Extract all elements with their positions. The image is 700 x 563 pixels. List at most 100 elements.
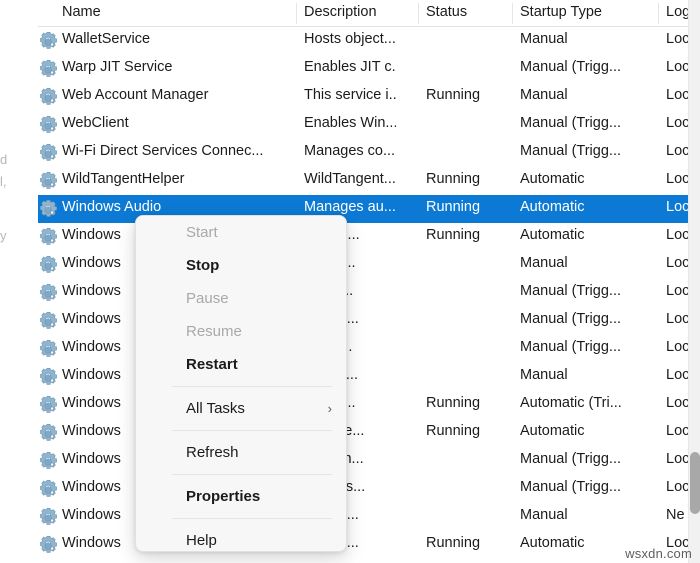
cell-startup_type: Automatic [520, 199, 660, 215]
cell-startup_type: Automatic (Tri... [520, 395, 660, 411]
cell-description: Hosts object... [304, 31, 396, 47]
menu-item-label: Properties [186, 488, 260, 505]
menu-item-properties[interactable]: Properties [136, 480, 346, 513]
gear-icon [40, 116, 58, 134]
table-row[interactable]: WebClientEnables Win...Manual (Trigg...L… [38, 111, 688, 139]
column-header-status[interactable]: Status [426, 4, 467, 20]
gear-icon [40, 452, 58, 470]
cell-status: Running [426, 395, 500, 411]
gear-icon [40, 284, 58, 302]
cell-status: Running [426, 423, 500, 439]
cell-log_on_as: Loc [666, 423, 688, 439]
cell-startup_type: Manual [520, 367, 660, 383]
cell-name: Web Account Manager [62, 87, 304, 103]
gear-icon [40, 312, 58, 330]
cell-startup_type: Automatic [520, 227, 660, 243]
gear-icon [40, 200, 58, 218]
cell-description: This service i... [304, 87, 396, 103]
gear-icon [40, 480, 58, 498]
menu-item-pause: Pause [136, 282, 346, 315]
cell-startup_type: Manual [520, 87, 660, 103]
table-row[interactable]: WalletServiceHosts object...ManualLoc [38, 27, 688, 55]
gear-icon [40, 536, 58, 554]
menu-separator [172, 386, 332, 387]
menu-item-label: Pause [186, 290, 229, 307]
menu-item-label: Stop [186, 257, 219, 274]
menu-item-label: Help [186, 532, 217, 549]
table-row[interactable]: WildTangentHelperWildTangent... Running Au… [38, 167, 688, 195]
cell-log_on_as: Loc [666, 339, 688, 355]
gear-icon [40, 508, 58, 526]
menu-item-refresh[interactable]: Refresh [136, 436, 346, 469]
cell-log_on_as: Loc [666, 367, 688, 383]
cell-startup_type: Automatic [520, 423, 660, 439]
column-header-name[interactable]: Name [62, 4, 101, 20]
cell-log_on_as: Ne [666, 507, 688, 523]
gear-icon [40, 88, 58, 106]
services-list-window: dl,y NameDescriptionStatusStartup TypeLo… [0, 0, 700, 563]
chevron-right-icon: › [328, 392, 332, 425]
menu-item-label: All Tasks [186, 400, 245, 417]
cell-log_on_as: Loc [666, 479, 688, 495]
cell-name: WildTangentHelper [62, 171, 304, 187]
cell-description: Enables JIT c... [304, 59, 396, 75]
column-header-description[interactable]: Description [304, 4, 377, 20]
cell-description: Enables Win... [304, 115, 396, 131]
cell-startup_type: Automatic [520, 171, 660, 187]
column-header-log_on_as[interactable]: Log [666, 4, 690, 20]
menu-item-restart[interactable]: Restart [136, 348, 346, 381]
list-column-header: Name Description Status Startup Type Log [38, 0, 700, 27]
cell-log_on_as: Loc [666, 115, 688, 131]
menu-item-help[interactable]: Help [136, 524, 346, 552]
cell-log_on_as: Loc [666, 59, 688, 75]
cell-name: Wi-Fi Direct Services Connec... [62, 143, 304, 159]
cell-status: Running [426, 227, 500, 243]
cell-description: Manages co... [304, 143, 396, 159]
column-divider[interactable] [512, 3, 513, 24]
scrollbar-thumb[interactable] [690, 452, 700, 514]
column-divider[interactable] [658, 3, 659, 24]
service-context-menu[interactable]: Start Stop Pause ResumeRestart All Tasks › Ref… [135, 215, 347, 552]
menu-separator [172, 430, 332, 431]
gear-icon [40, 396, 58, 414]
gear-icon [40, 144, 58, 162]
cell-log_on_as: Loc [666, 311, 688, 327]
vertical-scrollbar[interactable] [688, 0, 700, 563]
column-divider[interactable] [418, 3, 419, 24]
cell-startup_type: Manual [520, 31, 660, 47]
cell-log_on_as: Loc [666, 255, 688, 271]
gear-icon [40, 256, 58, 274]
cell-startup_type: Manual [520, 507, 660, 523]
menu-item-all-tasks[interactable]: All Tasks › [136, 392, 346, 425]
menu-separator [172, 474, 332, 475]
cell-name: Windows Audio [62, 199, 304, 215]
table-row[interactable]: Warp JIT ServiceEnables JIT c...Manual (… [38, 55, 688, 83]
cell-log_on_as: Loc [666, 143, 688, 159]
cell-status: Running [426, 199, 500, 215]
cell-status: Running [426, 535, 500, 551]
cell-log_on_as: Loc [666, 171, 688, 187]
cell-startup_type: Manual (Trigg... [520, 311, 660, 327]
cell-status: Running [426, 87, 500, 103]
menu-separator [172, 518, 332, 519]
column-divider[interactable] [296, 3, 297, 24]
menu-item-start: Start [136, 216, 346, 249]
cell-status: Running [426, 171, 500, 187]
column-header-startup_type[interactable]: Startup Type [520, 4, 602, 20]
cell-name: WebClient [62, 115, 304, 131]
menu-item-resume: Resume [136, 315, 346, 348]
gear-icon [40, 60, 58, 78]
table-row[interactable]: Wi-Fi Direct Services Connec...Manages c… [38, 139, 688, 167]
cell-startup_type: Manual (Trigg... [520, 339, 660, 355]
gear-icon [40, 172, 58, 190]
gear-icon [40, 340, 58, 358]
cell-description: Manages au... [304, 199, 396, 215]
watermark: wsxdn.com [625, 546, 692, 561]
gear-icon [40, 368, 58, 386]
cell-name: WalletService [62, 31, 304, 47]
menu-item-stop[interactable]: Stop [136, 249, 346, 282]
cell-description: WildTangent... [304, 171, 396, 187]
cell-log_on_as: Loc [666, 87, 688, 103]
table-row[interactable]: Web Account ManagerThis service i... Runn… [38, 83, 688, 111]
gear-icon [40, 228, 58, 246]
